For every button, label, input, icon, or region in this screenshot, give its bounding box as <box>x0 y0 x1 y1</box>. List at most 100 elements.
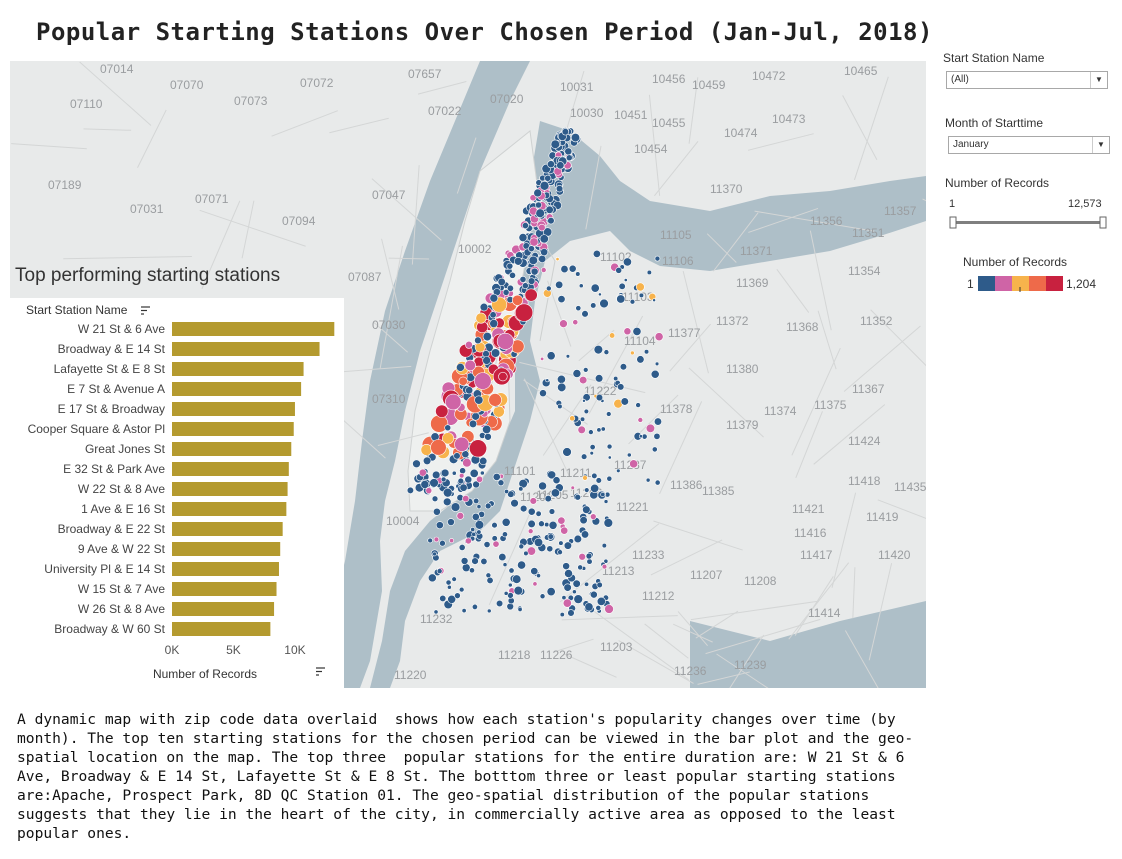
station-marker[interactable] <box>469 439 488 458</box>
station-marker[interactable] <box>575 305 582 312</box>
station-marker[interactable] <box>451 576 457 582</box>
station-marker[interactable] <box>433 536 440 543</box>
station-marker[interactable] <box>546 285 552 292</box>
station-marker[interactable] <box>544 522 550 528</box>
station-marker[interactable] <box>439 594 447 602</box>
station-marker[interactable] <box>548 520 558 530</box>
station-marker[interactable] <box>574 493 581 501</box>
station-marker[interactable] <box>435 404 449 418</box>
station-marker[interactable] <box>528 255 538 265</box>
station-marker[interactable] <box>517 606 523 612</box>
station-marker[interactable] <box>471 531 477 537</box>
station-marker[interactable] <box>476 529 482 535</box>
station-marker[interactable] <box>654 332 664 342</box>
station-marker[interactable] <box>518 233 528 242</box>
station-marker[interactable] <box>654 361 660 367</box>
station-marker[interactable] <box>444 424 452 432</box>
station-marker[interactable] <box>492 472 501 481</box>
station-marker[interactable] <box>637 417 644 423</box>
station-marker[interactable] <box>636 355 645 364</box>
station-marker[interactable] <box>447 584 452 590</box>
station-marker[interactable] <box>425 487 433 494</box>
station-marker[interactable] <box>540 248 549 257</box>
station-marker[interactable] <box>626 452 632 458</box>
station-marker[interactable] <box>445 393 462 411</box>
station-marker[interactable] <box>468 419 478 429</box>
station-marker[interactable] <box>556 161 565 170</box>
bar-chart-panel[interactable]: Start Station Name W 21 St & 6 Ave Broadw… <box>10 298 344 688</box>
station-marker[interactable] <box>632 327 642 336</box>
station-marker[interactable] <box>606 443 613 450</box>
station-marker[interactable] <box>484 432 492 441</box>
bar[interactable] <box>172 502 287 516</box>
station-marker[interactable] <box>406 486 414 494</box>
station-marker[interactable] <box>518 486 524 492</box>
station-marker[interactable] <box>489 319 499 328</box>
station-marker[interactable] <box>535 201 542 209</box>
station-marker[interactable] <box>540 356 545 361</box>
station-marker[interactable] <box>503 590 509 596</box>
station-marker[interactable] <box>590 513 597 520</box>
bar-chart[interactable]: Start Station Name W 21 St & 6 Ave Broadw… <box>10 298 344 688</box>
station-marker[interactable] <box>622 257 632 267</box>
month-filter-dropdown[interactable]: January ▼ <box>948 136 1110 154</box>
station-marker[interactable] <box>561 128 570 136</box>
axis-sort-icon[interactable] <box>316 667 325 676</box>
station-marker[interactable] <box>433 609 439 615</box>
station-marker[interactable] <box>635 282 645 292</box>
station-marker[interactable] <box>527 528 534 534</box>
station-marker[interactable] <box>435 521 444 530</box>
station-marker[interactable] <box>539 389 547 398</box>
station-marker[interactable] <box>464 359 476 372</box>
station-marker[interactable] <box>559 612 565 618</box>
station-marker[interactable] <box>583 367 589 373</box>
station-marker[interactable] <box>482 332 492 342</box>
station-marker[interactable] <box>555 184 564 193</box>
station-marker[interactable] <box>464 475 473 484</box>
station-marker[interactable] <box>519 504 528 513</box>
station-marker[interactable] <box>646 269 652 276</box>
bar[interactable] <box>172 462 289 476</box>
station-marker[interactable] <box>601 543 607 549</box>
station-marker[interactable] <box>616 468 621 473</box>
station-marker[interactable] <box>579 516 588 525</box>
station-marker[interactable] <box>581 310 589 318</box>
station-marker[interactable] <box>598 292 602 297</box>
station-marker[interactable] <box>578 553 586 561</box>
bar[interactable] <box>172 322 335 336</box>
station-marker[interactable] <box>476 475 484 483</box>
station-marker[interactable] <box>591 472 598 479</box>
station-marker[interactable] <box>638 434 643 439</box>
station-marker[interactable] <box>651 446 658 453</box>
station-marker[interactable] <box>479 302 489 312</box>
station-marker[interactable] <box>442 487 453 498</box>
station-marker[interactable] <box>529 237 539 247</box>
station-marker[interactable] <box>596 596 606 606</box>
station-marker[interactable] <box>585 552 593 560</box>
station-marker[interactable] <box>527 507 536 516</box>
station-marker[interactable] <box>594 374 604 383</box>
station-marker[interactable] <box>584 581 590 587</box>
station-marker[interactable] <box>456 512 465 520</box>
station-marker[interactable] <box>530 567 539 576</box>
station-marker[interactable] <box>572 579 581 588</box>
bar[interactable] <box>172 382 302 396</box>
station-marker[interactable] <box>565 154 573 162</box>
station-marker[interactable] <box>550 488 560 498</box>
station-marker[interactable] <box>502 289 510 296</box>
station-marker[interactable] <box>564 147 573 156</box>
station-marker[interactable] <box>562 562 570 570</box>
station-marker[interactable] <box>547 533 554 540</box>
station-marker[interactable] <box>573 534 583 544</box>
station-marker[interactable] <box>465 340 473 349</box>
station-marker[interactable] <box>562 447 572 457</box>
station-marker[interactable] <box>429 478 439 488</box>
station-marker[interactable] <box>573 594 584 604</box>
station-marker[interactable] <box>653 417 663 426</box>
station-marker[interactable] <box>538 223 546 232</box>
station-marker[interactable] <box>458 544 466 551</box>
station-marker[interactable] <box>654 479 661 486</box>
station-marker[interactable] <box>458 586 465 593</box>
station-marker[interactable] <box>483 541 491 548</box>
station-marker[interactable] <box>613 375 619 382</box>
